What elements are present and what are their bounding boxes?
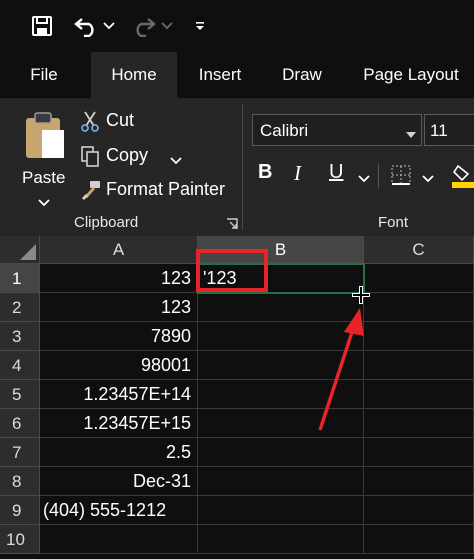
format-painter-icon <box>80 179 102 206</box>
cell-a3[interactable]: 7890 <box>40 322 198 351</box>
paste-dropdown-chevron-icon <box>38 194 50 212</box>
annotation-arrow <box>318 308 364 431</box>
row-header[interactable]: 6 <box>0 409 40 438</box>
cell-b9[interactable] <box>198 496 364 525</box>
copy-label: Copy <box>106 145 149 165</box>
row-header[interactable]: 1 <box>0 264 40 293</box>
fill-color-icon[interactable] <box>452 162 474 193</box>
cell-a9[interactable]: (404) 555-1212 <box>40 496 198 525</box>
underline-dropdown-chevron-icon[interactable] <box>358 170 370 188</box>
clipboard-paste-icon <box>22 110 66 165</box>
copy-button[interactable]: Copy <box>78 143 188 169</box>
cell-c3[interactable] <box>364 322 474 351</box>
cut-button[interactable]: Cut <box>78 108 148 134</box>
copy-dropdown-chevron-icon <box>170 152 182 170</box>
cell-c2[interactable] <box>364 293 474 322</box>
cell-c5[interactable] <box>364 380 474 409</box>
tab-file[interactable]: File <box>16 52 72 98</box>
paste-button[interactable]: Paste <box>16 106 74 207</box>
tab-page-layout[interactable]: Page Layout <box>352 52 470 98</box>
undo-icon[interactable] <box>72 12 102 40</box>
row-header[interactable]: 5 <box>0 380 40 409</box>
tab-insert[interactable]: Insert <box>187 52 253 98</box>
column-header-c[interactable]: C <box>364 236 474 264</box>
cell-a6[interactable]: 1.23457E+15 <box>40 409 198 438</box>
font-name-value: Calibri <box>260 121 309 140</box>
font-name-dropdown-icon <box>406 126 416 144</box>
font-size-value: 11 <box>430 121 448 140</box>
row-header[interactable]: 2 <box>0 293 40 322</box>
cell-a4[interactable]: 98001 <box>40 351 198 380</box>
worksheet-grid: A B C 1 2 3 4 5 6 7 8 9 10 123 123 7890 … <box>0 236 474 559</box>
save-icon[interactable] <box>28 12 56 40</box>
ribbon-tabs: File Home Insert Draw Page Layout <box>0 52 474 98</box>
cell-c8[interactable] <box>364 467 474 496</box>
cell-c4[interactable] <box>364 351 474 380</box>
ribbon-home: Paste Cut Copy Format Painter Clipboard … <box>0 98 474 236</box>
annotation-highlight-box <box>196 249 268 292</box>
cell-c1[interactable] <box>364 264 474 293</box>
select-all-corner[interactable] <box>0 236 40 264</box>
row-header[interactable]: 3 <box>0 322 40 351</box>
borders-dropdown-chevron-icon[interactable] <box>422 170 434 188</box>
ribbon-small-separator <box>378 164 379 188</box>
bold-icon: B <box>258 161 273 183</box>
cell-c10[interactable] <box>364 525 474 554</box>
cell-a7[interactable]: 2.5 <box>40 438 198 467</box>
ribbon-group-separator <box>242 104 243 230</box>
bold-button[interactable]: B <box>258 161 282 189</box>
font-name-combobox[interactable]: Calibri <box>252 114 422 146</box>
copy-icon <box>80 145 100 172</box>
format-painter-label: Format Painter <box>106 179 226 199</box>
cell-a2[interactable]: 123 <box>40 293 198 322</box>
tab-home[interactable]: Home <box>91 52 177 98</box>
quick-access-toolbar <box>0 0 474 52</box>
scissors-icon <box>80 110 100 137</box>
customize-qat-icon[interactable] <box>192 12 208 40</box>
cell-b8[interactable] <box>198 467 364 496</box>
clipboard-dialog-launcher-icon[interactable] <box>226 217 238 235</box>
cut-label: Cut <box>106 110 135 130</box>
cell-b7[interactable] <box>198 438 364 467</box>
row-header[interactable]: 9 <box>0 496 40 525</box>
borders-button[interactable] <box>390 164 414 188</box>
underline-icon: U <box>329 161 344 183</box>
tab-draw[interactable]: Draw <box>271 52 333 98</box>
undo-dropdown-chevron-icon[interactable] <box>102 12 116 40</box>
cell-a5[interactable]: 1.23457E+14 <box>40 380 198 409</box>
underline-button[interactable]: U <box>329 161 353 189</box>
format-painter-button[interactable]: Format Painter <box>78 177 228 203</box>
row-header[interactable]: 7 <box>0 438 40 467</box>
cell-c7[interactable] <box>364 438 474 467</box>
font-size-combobox[interactable]: 11 <box>424 114 474 146</box>
borders-icon <box>390 164 414 191</box>
cell-b10[interactable] <box>198 525 364 554</box>
font-group-label: Font <box>378 214 409 231</box>
row-header[interactable]: 10 <box>0 525 40 554</box>
cell-a1[interactable]: 123 <box>40 264 198 293</box>
clipboard-group-label: Clipboard <box>74 214 139 231</box>
cell-a8[interactable]: Dec-31 <box>40 467 198 496</box>
italic-icon: I <box>294 161 301 185</box>
redo-icon[interactable] <box>128 12 158 40</box>
cell-c6[interactable] <box>364 409 474 438</box>
cell-a10[interactable] <box>40 525 198 554</box>
column-header-a[interactable]: A <box>40 236 198 264</box>
italic-button[interactable]: I <box>294 161 318 189</box>
row-header[interactable]: 4 <box>0 351 40 380</box>
cell-c9[interactable] <box>364 496 474 525</box>
paste-label: Paste <box>22 168 66 187</box>
row-header[interactable]: 8 <box>0 467 40 496</box>
redo-dropdown-chevron-icon[interactable] <box>160 12 174 40</box>
